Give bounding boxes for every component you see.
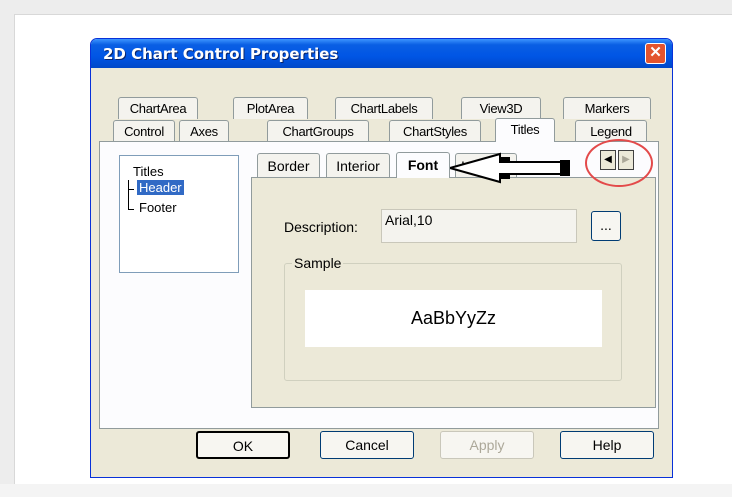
description-label: Description: <box>284 219 358 235</box>
sample-label: Sample <box>292 255 344 271</box>
tab-plotarea[interactable]: PlotArea <box>233 97 308 119</box>
close-icon[interactable]: ✕ <box>645 43 666 64</box>
pointer-arrow-icon <box>448 152 570 184</box>
tab-chartlabels[interactable]: ChartLabels <box>335 97 433 119</box>
title-bar[interactable]: 2D Chart Control Properties ✕ <box>91 39 672 68</box>
tree-connector <box>128 189 134 190</box>
tab-axes[interactable]: Axes <box>179 120 229 142</box>
tab-chartstyles[interactable]: ChartStyles <box>389 120 481 142</box>
ok-button[interactable]: OK <box>196 431 290 459</box>
tree-item-header[interactable]: Header <box>137 180 184 195</box>
tab-chartarea[interactable]: ChartArea <box>118 97 198 119</box>
font-browse-button[interactable]: ... <box>591 211 621 241</box>
apply-button[interactable]: Apply <box>440 431 534 459</box>
tab-markers[interactable]: Markers <box>563 97 651 119</box>
subtab-interior[interactable]: Interior <box>326 153 390 177</box>
cancel-button[interactable]: Cancel <box>320 431 414 459</box>
tree-item-footer[interactable]: Footer <box>139 200 177 215</box>
sample-text: AaBbYyZz <box>305 290 602 347</box>
tab-chartgroups[interactable]: ChartGroups <box>267 120 369 142</box>
tree-connector <box>128 180 129 210</box>
tab-view3d[interactable]: View3D <box>461 97 541 119</box>
tab-control[interactable]: Control <box>113 120 175 142</box>
bottom-strip <box>0 484 732 497</box>
tree-root-titles[interactable]: Titles <box>133 164 164 179</box>
titles-tree[interactable]: Titles Header Footer <box>119 155 239 273</box>
dialog-title: 2D Chart Control Properties <box>103 45 339 63</box>
tab-titles[interactable]: Titles <box>495 118 555 142</box>
tree-connector <box>128 209 134 210</box>
help-button[interactable]: Help <box>560 431 654 459</box>
subtab-border[interactable]: Border <box>257 153 320 177</box>
tree-item-label: Header <box>137 180 184 195</box>
description-field[interactable]: Arial,10 <box>381 209 577 243</box>
subtab-font[interactable]: Font <box>396 152 450 178</box>
highlight-circle <box>585 139 653 187</box>
